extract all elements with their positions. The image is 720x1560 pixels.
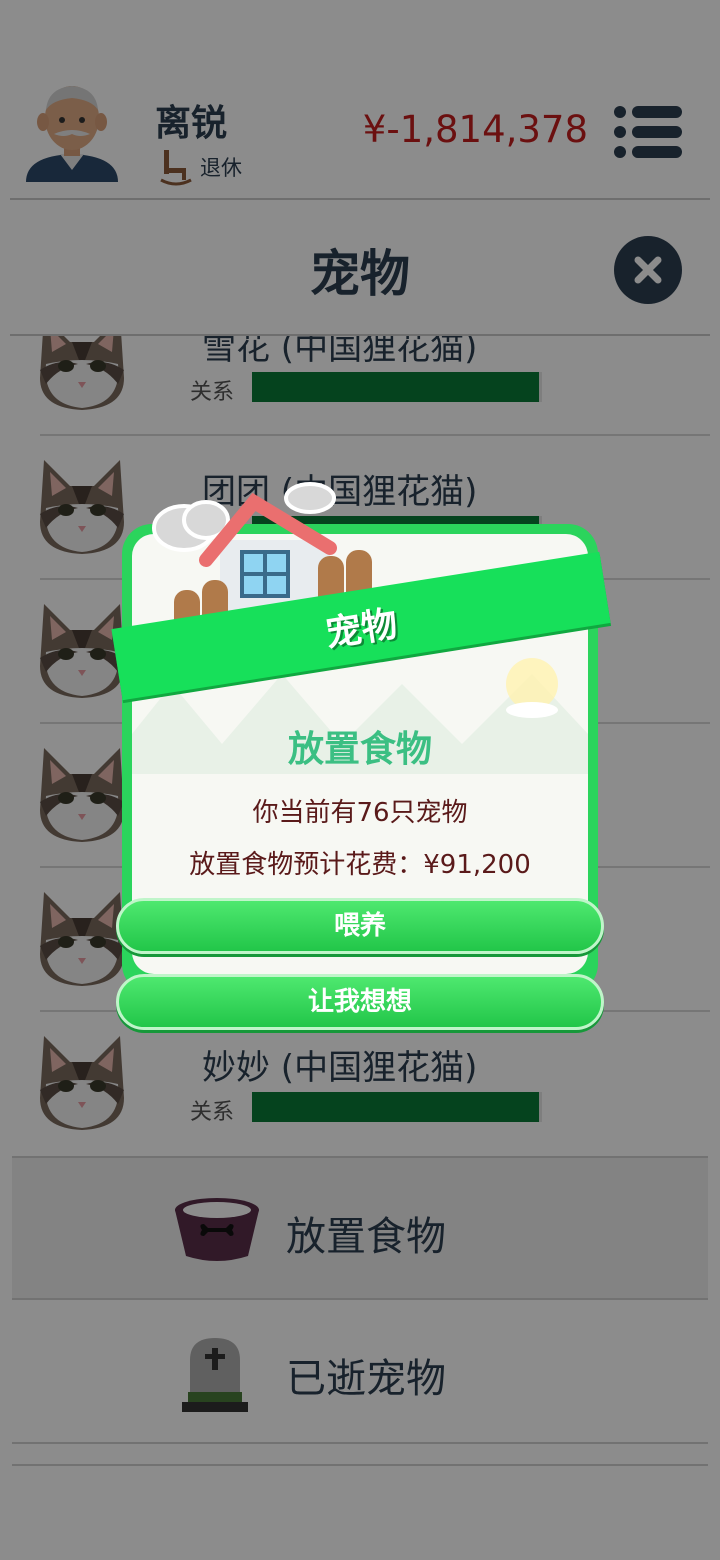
dialog-heading: 放置食物	[287, 729, 432, 770]
cancel-button[interactable]: 让我想想	[116, 974, 604, 1030]
feed-button[interactable]: 喂养	[116, 898, 604, 954]
feed-cost-text: 放置食物预计花费：¥91,200	[189, 850, 531, 880]
pet-count-text: 你当前有76只宠物	[252, 798, 468, 828]
